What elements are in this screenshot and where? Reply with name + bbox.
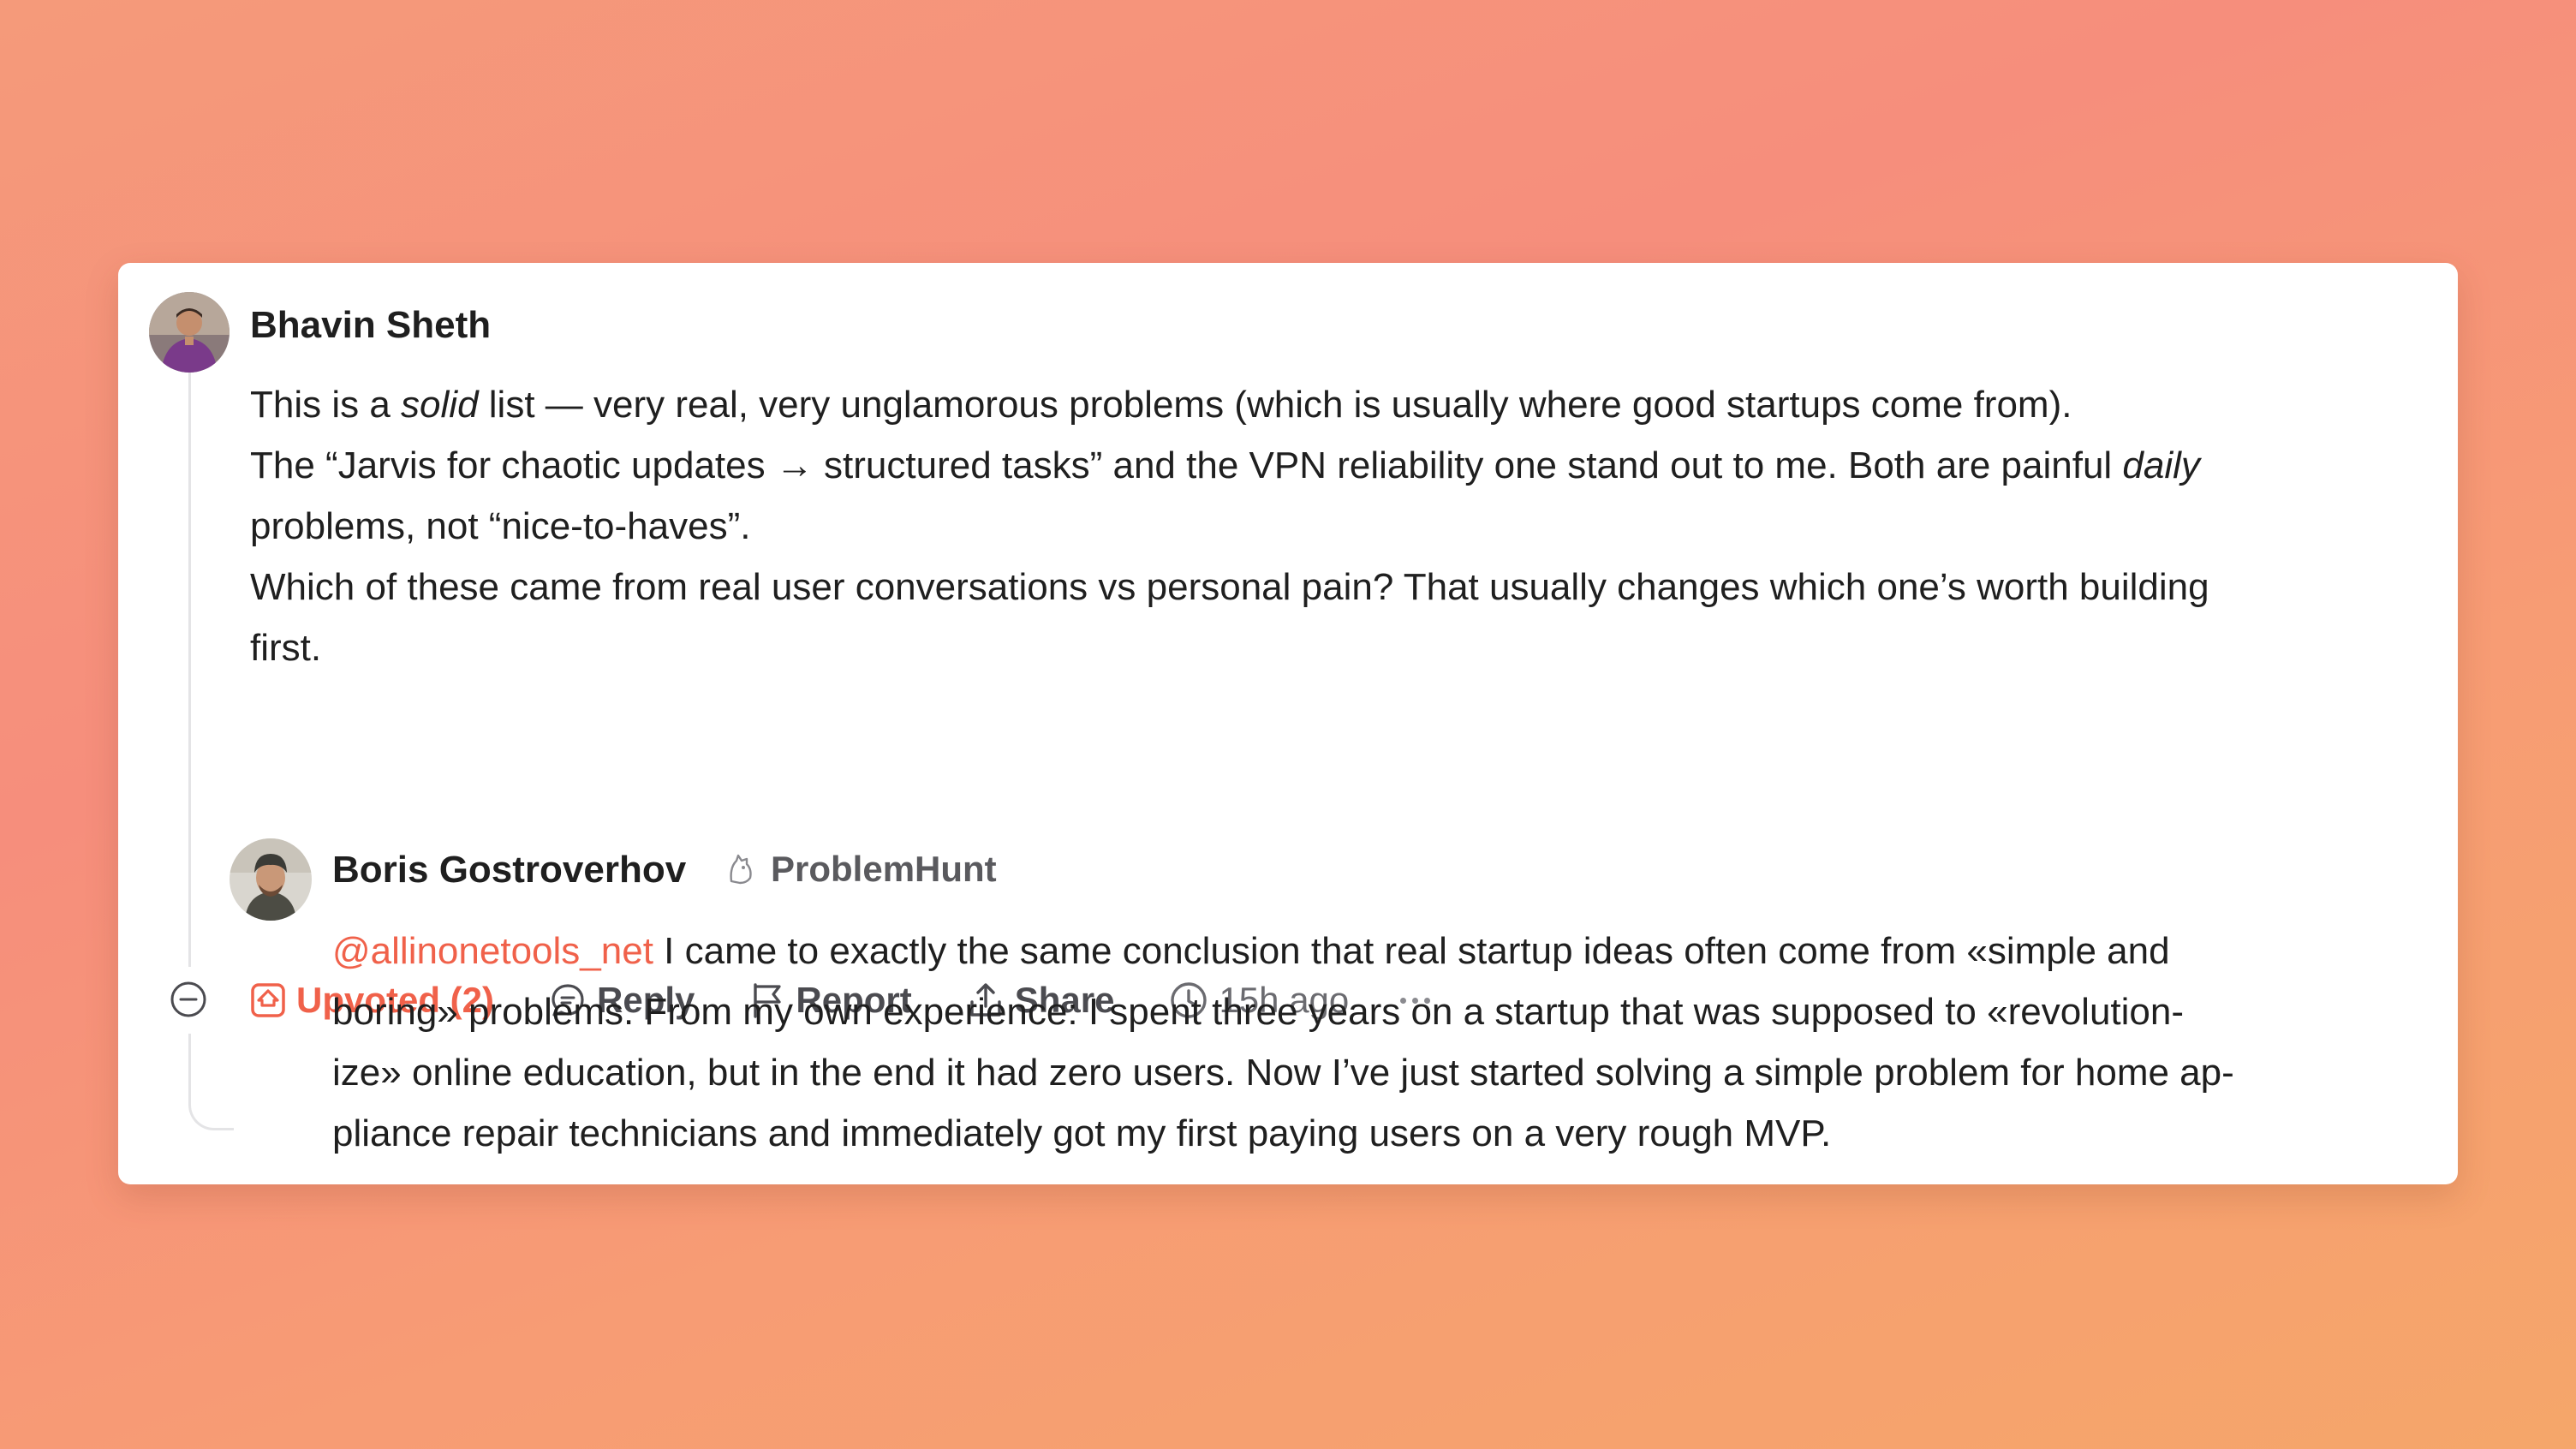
badge-label: ProblemHunt: [771, 849, 997, 889]
maker-badge[interactable]: ProblemHunt: [724, 849, 997, 890]
reply-line: pliance repair technicians and immediate…: [332, 1112, 1832, 1154]
user-mention-link[interactable]: @allinonetools_net: [332, 930, 653, 972]
avatar[interactable]: [149, 292, 230, 373]
reply-line: @allinonetools_net I came to exactly the…: [332, 930, 2170, 972]
comment-line: first.: [250, 627, 322, 669]
reply-line: ize» online education, but in the end it…: [332, 1052, 2234, 1094]
comment-line: Which of these came from real user conve…: [250, 566, 2209, 608]
comment-author[interactable]: Bhavin Sheth: [250, 304, 491, 347]
reply-body: @allinonetools_net I came to exactly the…: [332, 921, 2448, 1164]
thread-line-lower: [188, 1034, 191, 1071]
collapse-thread-button[interactable]: [170, 981, 207, 1018]
avatar[interactable]: [230, 838, 312, 921]
reply-author[interactable]: Boris Gostroverhov: [332, 849, 686, 891]
comment-line: The “Jarvis for chaotic updates → struct…: [250, 444, 2200, 486]
reply-line: boring» problems. From my own experience…: [332, 991, 2185, 1033]
upvote-icon: [251, 983, 285, 1017]
thread-line: [188, 373, 191, 967]
thread-connector: [188, 1068, 234, 1130]
comment-body: This is a solid list — very real, very u…: [250, 374, 2442, 678]
comment-card: Bhavin Sheth This is a solid list — very…: [118, 263, 2458, 1184]
comment-line: This is a solid list — very real, very u…: [250, 384, 2072, 426]
comment-line: problems, not “nice-to-haves”.: [250, 505, 751, 547]
cat-logo-icon: [730, 854, 752, 885]
minus-circle-icon: [170, 981, 206, 1017]
